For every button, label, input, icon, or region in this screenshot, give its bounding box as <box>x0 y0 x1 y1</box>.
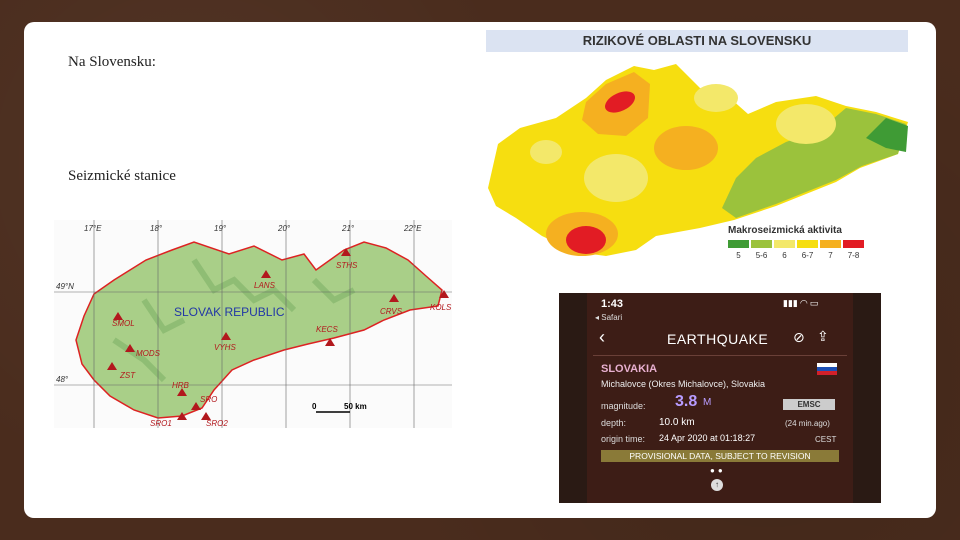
scale-zero: 0 <box>312 402 317 411</box>
heading-seismic-stations: Seizmické stanice <box>68 168 176 184</box>
page-dots[interactable]: ●● <box>710 466 726 475</box>
status-icons: ▮▮▮ ◠ ▭ <box>783 298 819 308</box>
lat-label: 48° <box>56 375 69 384</box>
safari-back-link[interactable]: ◂ Safari <box>595 313 622 322</box>
station-label: SRO1 <box>150 419 172 428</box>
provisional-notice: PROVISIONAL DATA, SUBJECT TO REVISION <box>601 450 839 462</box>
lon-label: 22°E <box>403 224 422 233</box>
legend-swatch <box>843 240 864 248</box>
share-icon[interactable]: ⇪ <box>817 328 829 345</box>
legend-item: 6 <box>774 240 795 260</box>
station-label: KOLS <box>430 303 452 312</box>
station-label: STHS <box>336 261 358 270</box>
lon-label: 18° <box>150 224 163 233</box>
risk-legend: Makroseizmická aktivita 5 5-6 6 6-7 7 7-8 <box>728 225 866 260</box>
divider <box>593 355 847 356</box>
origin-value: 24 Apr 2020 at 01:18:27 <box>659 433 756 443</box>
lon-label: 17°E <box>84 224 102 233</box>
legend-item: 6-7 <box>797 240 818 260</box>
legend-label: 7 <box>828 251 833 260</box>
earthquake-app-screenshot: 1:43 ▮▮▮ ◠ ▭ ◂ Safari ‹ EARTHQUAKE ⊘ ⇪ S… <box>559 293 881 503</box>
back-chevron-icon[interactable]: ‹ <box>599 327 605 348</box>
legend-item: 7 <box>820 240 841 260</box>
legend-label: 7-8 <box>847 251 860 260</box>
station-label: HRB <box>172 381 190 390</box>
legend-label: 6 <box>782 251 787 260</box>
lat-label: 49°N <box>56 282 74 291</box>
legend-swatch <box>797 240 818 248</box>
legend-swatch <box>751 240 772 248</box>
risk-map-title: RIZIKOVÉ OBLASTI NA SLOVENSKU <box>486 30 908 52</box>
heading-na-slovensku: Na Slovensku: <box>68 54 156 70</box>
risk-map: RIZIKOVÉ OBLASTI NA SLOVENSKU Makroseizm… <box>486 30 912 272</box>
time-ago: (24 min.ago) <box>785 419 830 428</box>
source-badge[interactable]: EMSC <box>783 399 835 410</box>
lon-label: 20° <box>277 224 291 233</box>
station-label: SRO2 <box>206 419 228 428</box>
station-label: KECS <box>316 325 338 334</box>
country-name: SLOVAKIA <box>601 363 658 375</box>
timezone: CEST <box>815 435 837 444</box>
station-label: CRVS <box>380 307 403 316</box>
legend-swatch <box>820 240 841 248</box>
magnitude-value: 3.8 <box>675 393 698 410</box>
slide: Na Slovensku: Seizmické stanice 17°E 18°… <box>24 22 936 518</box>
legend-label: 5 <box>736 251 741 260</box>
scale-text: 50 km <box>344 402 367 411</box>
legend-label: 6-7 <box>801 251 814 260</box>
lon-label: 19° <box>214 224 227 233</box>
slovakia-flag-icon <box>817 363 837 375</box>
compass-icon[interactable]: ⊘ <box>793 329 805 346</box>
legend-swatch <box>774 240 795 248</box>
legend-title: Makroseizmická aktivita <box>728 225 842 236</box>
depth-label: depth: <box>601 418 627 428</box>
depth-value: 10.0 km <box>659 417 695 428</box>
station-label: MODS <box>136 349 161 358</box>
station-label: LANS <box>254 281 276 290</box>
status-time: 1:43 <box>601 298 624 310</box>
scroll-up-icon[interactable]: ↑ <box>711 479 723 491</box>
country-label: SLOVAK REPUBLIC <box>174 305 285 319</box>
station-label: SRO <box>200 395 217 404</box>
station-label: VYHS <box>214 343 236 352</box>
legend-item: 5 <box>728 240 749 260</box>
station-label: SMOL <box>112 319 135 328</box>
magnitude-unit: M <box>703 397 712 408</box>
magnitude-label: magnitude: <box>601 401 646 411</box>
seismic-station-map: 17°E 18° 19° 20° 21° 22°E 49°N 48° SLOVA… <box>54 220 452 428</box>
location: Michalovce (Okres Michalovce), Slovakia <box>601 379 766 389</box>
origin-label: origin time: <box>601 434 646 444</box>
legend-item: 7-8 <box>843 240 864 260</box>
legend-item: 5-6 <box>751 240 772 260</box>
app-title: EARTHQUAKE <box>667 331 769 347</box>
station-label: ZST <box>119 371 136 380</box>
legend-label: 5-6 <box>755 251 768 260</box>
lon-label: 21° <box>341 224 355 233</box>
legend-swatch <box>728 240 749 248</box>
